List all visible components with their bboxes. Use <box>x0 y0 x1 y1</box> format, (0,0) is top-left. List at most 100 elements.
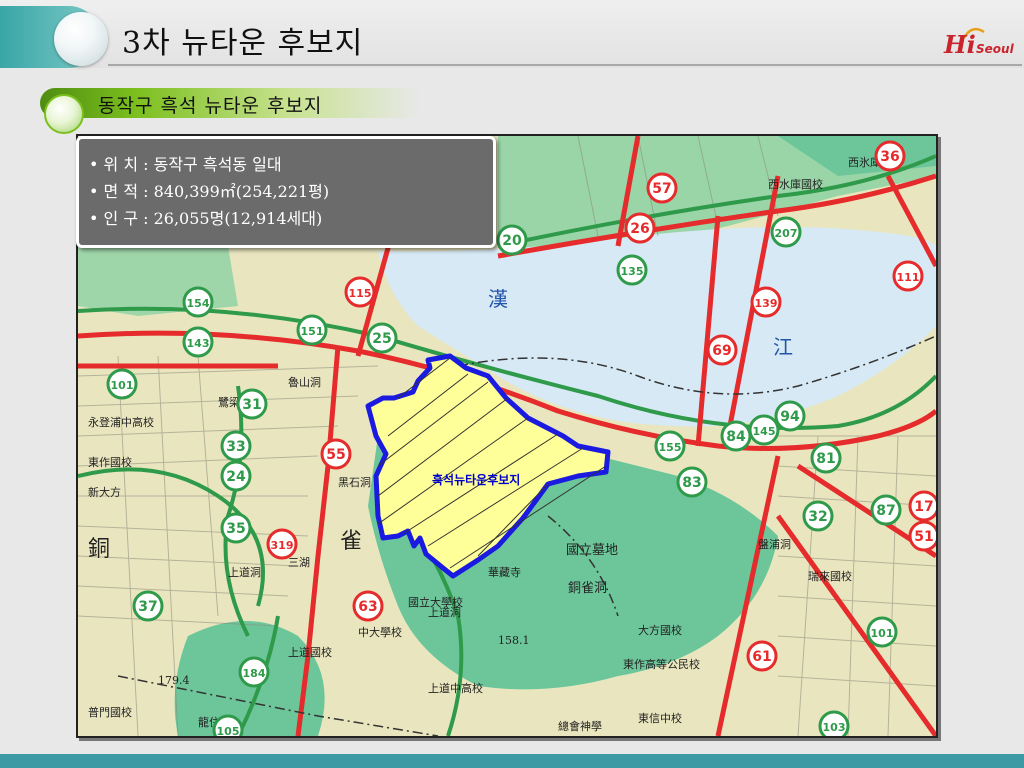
district-label: 흑석뉴타운후보지 <box>432 472 520 487</box>
route-marker: 101 <box>866 616 898 648</box>
route-marker: 20 <box>496 224 528 256</box>
route-marker: 33 <box>220 430 252 462</box>
route-marker: 25 <box>366 322 398 354</box>
route-marker-number: 26 <box>630 221 649 237</box>
subtitle-orb-icon <box>44 94 84 134</box>
place-label: 銅 <box>88 537 110 562</box>
route-marker-number: 25 <box>372 331 391 347</box>
place-label: 上道洞 <box>228 565 261 579</box>
route-marker-number: 139 <box>755 297 778 310</box>
route-marker-number: 35 <box>226 521 245 537</box>
route-marker-number: 154 <box>187 297 210 310</box>
route-marker: 81 <box>810 442 842 474</box>
place-label: 西水庫國校 <box>768 177 823 191</box>
route-marker: 26 <box>624 212 656 244</box>
route-marker-number: 32 <box>808 509 827 525</box>
route-marker-number: 81 <box>816 451 835 467</box>
route-marker-number: 151 <box>301 325 324 338</box>
header-divider <box>108 64 1022 66</box>
header-orb-icon <box>54 12 108 66</box>
route-marker: 84 <box>720 420 752 452</box>
place-label: 雀 <box>340 529 362 554</box>
route-marker: 207 <box>770 216 802 248</box>
hi-seoul-logo: Hi Seoul <box>944 26 1016 62</box>
place-label: 上道國校 <box>288 645 332 659</box>
route-marker-number: 111 <box>897 271 920 284</box>
place-label: 普門國校 <box>88 705 132 719</box>
route-marker: 24 <box>220 460 252 492</box>
route-marker: 83 <box>676 466 708 498</box>
route-marker: 111 <box>892 260 924 292</box>
place-label: 總會神學 <box>558 719 602 733</box>
route-marker: 154 <box>182 286 214 318</box>
route-marker: 319 <box>266 528 298 560</box>
place-label: 東信中校 <box>638 711 682 725</box>
route-marker-number: 31 <box>242 397 261 413</box>
route-marker: 51 <box>908 520 936 552</box>
route-marker-number: 87 <box>876 503 895 519</box>
route-marker-number: 103 <box>823 721 846 734</box>
place-label: 東作高等公民校 <box>623 657 700 671</box>
place-label: 瑞來國校 <box>808 569 852 583</box>
route-marker-number: 17 <box>914 499 933 515</box>
route-marker: 36 <box>874 140 906 172</box>
route-marker-number: 33 <box>226 439 245 455</box>
route-marker: 63 <box>352 590 384 622</box>
route-marker-number: 51 <box>914 529 933 545</box>
route-marker: 103 <box>818 710 850 736</box>
place-label: 永登浦中高校 <box>88 415 154 429</box>
logo-seoul-text: Seoul <box>976 42 1014 56</box>
place-label: 大方國校 <box>638 623 682 637</box>
route-marker: 35 <box>220 512 252 544</box>
route-marker: 87 <box>870 494 902 526</box>
route-marker: 151 <box>296 314 328 346</box>
route-marker: 32 <box>802 500 834 532</box>
info-panel: • 위 치 : 동작구 흑석동 일대 • 면 적 : 840,399㎡(254,… <box>76 136 496 248</box>
route-marker: 135 <box>616 254 648 286</box>
place-label: 上道中高校 <box>428 681 483 695</box>
route-marker-number: 36 <box>880 149 899 165</box>
route-marker-number: 207 <box>775 227 798 240</box>
route-marker-number: 143 <box>187 337 210 350</box>
route-marker: 37 <box>132 590 164 622</box>
footer-bar <box>0 754 1024 768</box>
info-area: • 면 적 : 840,399㎡(254,221평) <box>89 182 330 201</box>
place-label: 黑石洞 <box>338 476 371 489</box>
route-marker-number: 101 <box>871 627 894 640</box>
info-location: • 위 치 : 동작구 흑석동 일대 <box>89 155 282 174</box>
place-label: 新大方 <box>88 485 121 499</box>
route-marker-number: 61 <box>752 649 771 665</box>
route-marker-number: 63 <box>358 599 377 615</box>
route-marker: 145 <box>748 414 780 446</box>
route-marker: 69 <box>706 334 738 366</box>
route-marker: 155 <box>654 430 686 462</box>
elevation-label: 179.4 <box>158 674 190 687</box>
route-marker-number: 69 <box>712 343 731 359</box>
route-marker: 55 <box>320 438 352 470</box>
route-marker-number: 115 <box>349 287 372 300</box>
route-marker-number: 94 <box>780 409 800 425</box>
route-marker-number: 55 <box>326 447 345 463</box>
place-label: 國立大學校 <box>408 595 463 609</box>
route-marker: 105 <box>212 714 244 736</box>
route-marker: 17 <box>908 490 936 522</box>
route-marker-number: 145 <box>753 425 776 438</box>
page-title: 3차 뉴타운 후보지 <box>122 26 364 61</box>
route-marker-number: 84 <box>726 429 746 445</box>
place-label: 盤浦洞 <box>758 538 791 551</box>
route-marker: 101 <box>106 368 138 400</box>
river-label-2: 江 <box>773 335 793 359</box>
place-label: 魯山洞 <box>288 375 321 389</box>
route-marker: 139 <box>750 286 782 318</box>
place-label: 華藏寺 <box>488 566 521 579</box>
place-label: 銅雀洞 <box>568 581 607 596</box>
route-marker: 115 <box>344 276 376 308</box>
route-marker-number: 20 <box>502 233 522 249</box>
subtitle: 동작구 흑석 뉴타운 후보지 <box>98 95 323 117</box>
place-label: 中大學校 <box>358 625 402 639</box>
logo-hi-text: Hi <box>944 30 976 59</box>
place-label: 三湖 <box>288 556 310 569</box>
route-marker-number: 101 <box>111 379 134 392</box>
route-marker-number: 37 <box>138 599 157 615</box>
route-marker-number: 57 <box>652 181 671 197</box>
